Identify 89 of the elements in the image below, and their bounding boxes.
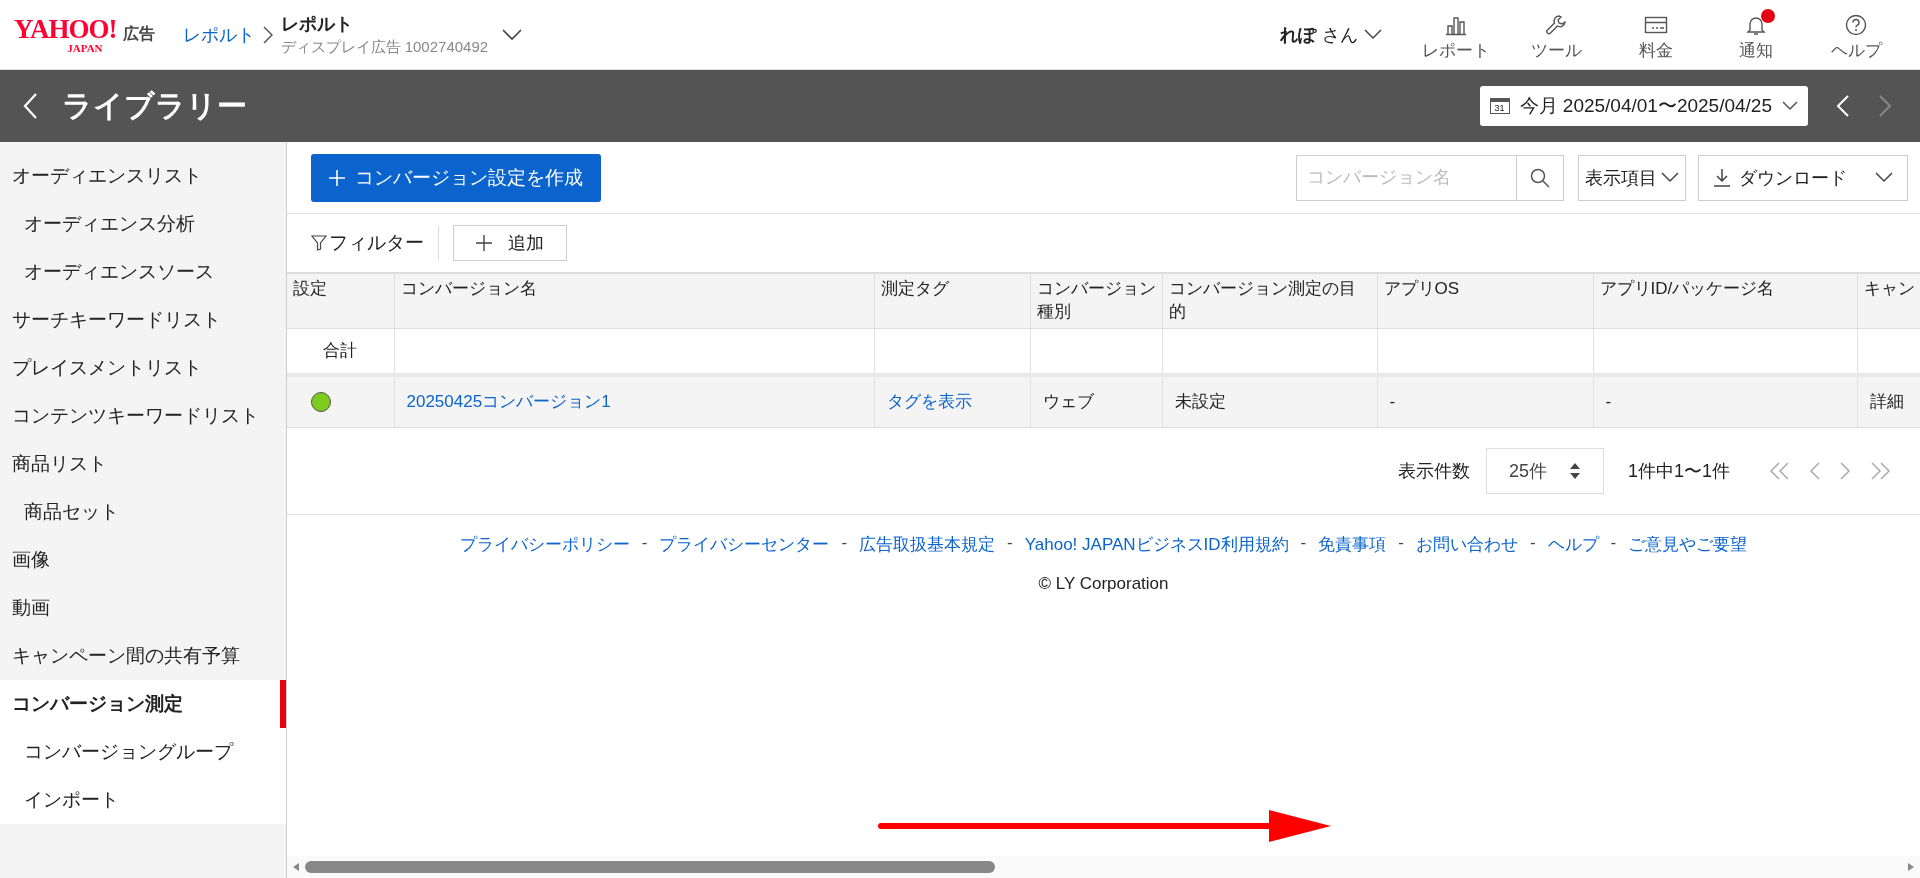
account-subtitle: ディスプレイ広告 1002740492 xyxy=(280,38,489,57)
bell-icon xyxy=(1745,14,1767,36)
help-icon xyxy=(1845,14,1867,36)
column-header[interactable]: キャン xyxy=(1857,274,1920,329)
search-button[interactable] xyxy=(1516,154,1564,201)
back-icon[interactable] xyxy=(22,92,38,120)
sidebar-subitem[interactable]: インポート xyxy=(0,776,286,824)
create-button[interactable]: コンバージョン設定を作成 xyxy=(311,153,601,202)
link-separator: - xyxy=(1529,532,1536,554)
horizontal-scrollbar[interactable] xyxy=(287,856,1920,878)
filter-icon xyxy=(311,235,327,251)
link-separator: - xyxy=(1610,532,1617,554)
link-separator: - xyxy=(841,532,848,554)
nav-button[interactable]: ツール xyxy=(1506,3,1606,66)
footer-link[interactable]: プライバシーポリシー xyxy=(459,532,630,556)
scroll-right-icon[interactable] xyxy=(1906,861,1916,873)
nav-button[interactable]: ヘルプ xyxy=(1806,3,1906,66)
filter-button[interactable]: フィルター xyxy=(311,230,424,256)
link-separator: - xyxy=(641,532,648,554)
chevron-right-icon xyxy=(262,25,273,44)
footer-link[interactable]: プライバシーセンター xyxy=(659,532,830,556)
caret-down-icon xyxy=(1661,172,1679,183)
add-filter-button[interactable]: 追加 xyxy=(453,225,567,261)
sidebar-item[interactable]: 商品リスト xyxy=(0,440,286,488)
per-page-select[interactable]: 25件 xyxy=(1485,447,1604,494)
sidebar-item[interactable]: キャンペーン間の共有予算 xyxy=(0,632,286,680)
download-dropdown[interactable]: ダウンロード xyxy=(1698,154,1908,201)
wrench-icon xyxy=(1545,14,1567,36)
footer-link[interactable]: 免責事項 xyxy=(1318,532,1387,556)
caret-down-icon xyxy=(1782,101,1798,111)
download-icon xyxy=(1713,167,1731,188)
sidebar-item[interactable]: コンバージョン測定 xyxy=(0,680,286,728)
column-header[interactable]: コンバージョン名 xyxy=(394,274,874,329)
sidebar-item[interactable]: プレイスメントリスト xyxy=(0,344,286,392)
account-title: レポルト xyxy=(280,13,354,36)
link-separator: - xyxy=(1007,532,1013,554)
footer-link[interactable]: ヘルプ xyxy=(1547,532,1599,556)
card-icon xyxy=(1644,15,1668,35)
conversion-name-link[interactable]: 20250425コンバージョン1 xyxy=(394,374,874,428)
sidebar-item[interactable]: サーチキーワードリスト xyxy=(0,296,286,344)
sidebar-subitem[interactable]: オーディエンスソース xyxy=(0,248,286,296)
plus-icon xyxy=(476,235,492,251)
column-header[interactable]: コンバージョン種別 xyxy=(1030,274,1162,329)
previous-period-icon[interactable] xyxy=(1836,94,1850,118)
calendar-icon: 31 xyxy=(1489,98,1510,114)
search-icon xyxy=(1530,167,1550,188)
sidebar-item[interactable]: 画像 xyxy=(0,536,286,584)
sort-arrows-icon xyxy=(1568,461,1581,480)
nav-button[interactable]: 料金 xyxy=(1606,3,1706,66)
nav-button[interactable]: 通知 xyxy=(1706,3,1806,66)
footer-link[interactable]: お問い合わせ xyxy=(1415,532,1518,556)
scroll-left-icon[interactable] xyxy=(291,861,301,873)
footer-link[interactable]: Yahoo! JAPANビジネスID利用規約 xyxy=(1024,532,1289,556)
sidebar-subitem[interactable]: オーディエンス分析 xyxy=(0,200,286,248)
show-tag-link[interactable]: タグを表示 xyxy=(874,374,1030,428)
table-cell: - xyxy=(1377,374,1593,428)
breadcrumb-link[interactable]: レポルト xyxy=(182,22,255,47)
copyright: © LY Corporation xyxy=(1038,573,1169,594)
column-header[interactable]: コンバージョン測定の目的 xyxy=(1162,274,1377,329)
sidebar-item[interactable]: 動画 xyxy=(0,584,286,632)
plus-icon xyxy=(329,169,345,186)
page-summary: 1件中1〜1件 xyxy=(1627,459,1730,483)
link-separator: - xyxy=(1398,532,1404,554)
table-cell: - xyxy=(1593,374,1857,428)
yahoo-logo[interactable]: YAHOO! JAPAN 広告 xyxy=(14,15,155,54)
footer-link[interactable]: 広告取扱基本規定 xyxy=(859,532,996,556)
user-menu[interactable]: れぽ さん xyxy=(1274,21,1388,48)
caret-down-icon xyxy=(1364,29,1382,40)
per-page-label: 表示件数 xyxy=(1397,459,1470,483)
columns-dropdown[interactable]: 表示項目 xyxy=(1578,154,1686,201)
date-range-picker[interactable]: 31 今月 2025/04/01〜2025/04/25 xyxy=(1479,86,1808,126)
sidebar-subitem[interactable]: 商品セット xyxy=(0,488,286,536)
column-header[interactable]: 測定タグ xyxy=(874,274,1030,329)
sidebar-subitem[interactable]: コンバージョングループ xyxy=(0,728,286,776)
column-header[interactable]: アプリID/パッケージ名 xyxy=(1593,274,1857,329)
column-header[interactable]: 設定 xyxy=(287,274,394,329)
search-field[interactable]: コンバージョン名 xyxy=(1296,154,1516,201)
bar-chart-icon xyxy=(1445,14,1467,36)
footer-link[interactable]: ご意見やご要望 xyxy=(1628,532,1748,556)
table-cell: ウェブ xyxy=(1030,374,1162,428)
table-cell: 未設定 xyxy=(1162,374,1377,428)
caret-down-icon[interactable] xyxy=(502,28,523,41)
sidebar-item[interactable]: コンテンツキーワードリスト xyxy=(0,392,286,440)
sidebar-item[interactable]: オーディエンスリスト xyxy=(0,152,286,200)
link-separator: - xyxy=(1300,532,1307,554)
caret-down-icon xyxy=(1875,172,1893,183)
nav-button[interactable]: レポート xyxy=(1406,3,1506,66)
page-title: ライブラリー xyxy=(62,87,247,124)
column-header[interactable]: アプリOS xyxy=(1377,274,1593,329)
